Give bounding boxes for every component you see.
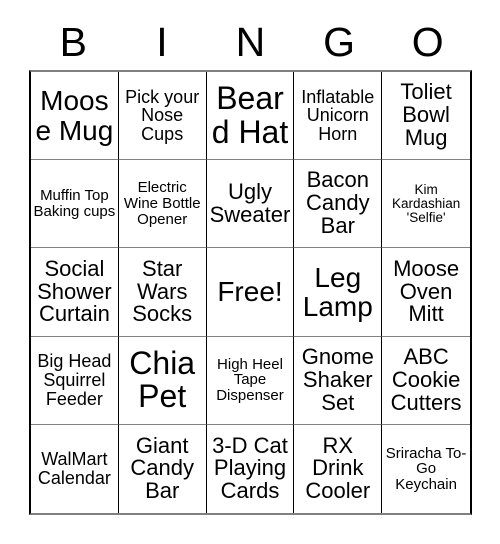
bingo-cell[interactable]: WalMart Calendar <box>31 424 119 513</box>
bingo-card: B I N G O Moose Mug Pick your Nose Cups Be… <box>0 0 500 544</box>
bingo-cell[interactable]: Gnome Shaker Set <box>294 336 383 425</box>
bingo-cell-label: Big Head Squirrel Feeder <box>37 351 112 409</box>
bingo-cell[interactable]: Moose Mug <box>31 72 119 161</box>
bingo-cell[interactable]: Sriracha To-Go Keychain <box>382 424 470 513</box>
bingo-cell-label: RX Drink Cooler <box>305 432 371 504</box>
bingo-grid: Moose Mug Pick your Nose Cups Beard Hat Inf… <box>29 70 472 515</box>
bingo-cell[interactable]: Star Wars Socks <box>118 248 207 337</box>
bingo-cell-label: Muffin Top Baking cups <box>33 187 116 220</box>
bingo-header: B I N G O <box>29 14 472 70</box>
bingo-cell[interactable]: Chia Pet <box>118 336 207 425</box>
bingo-cell[interactable]: Leg Lamp <box>294 248 383 337</box>
bingo-cell[interactable]: RX Drink Cooler <box>294 424 383 513</box>
bingo-cell[interactable]: Ugly Sweater <box>206 160 295 249</box>
bingo-cell[interactable]: ABC Cookie Cutters <box>382 336 470 425</box>
bingo-cell-label: Leg Lamp <box>302 261 373 322</box>
bingo-cell-free[interactable]: Free! <box>206 248 295 337</box>
bingo-cell[interactable]: High Heel Tape Dispenser <box>206 336 295 425</box>
bingo-cell-label: Giant Candy Bar <box>130 432 194 504</box>
bingo-cell[interactable]: Bacon Candy Bar <box>294 160 383 249</box>
bingo-cell[interactable]: Social Shower Curtain <box>31 248 119 337</box>
bingo-cell[interactable]: Pick your Nose Cups <box>118 72 207 161</box>
bingo-cell[interactable]: 3-D Cat Playing Cards <box>206 424 295 513</box>
bingo-cell-label: Free! <box>217 276 283 308</box>
bingo-cell-label: WalMart Calendar <box>37 449 111 488</box>
bingo-cell-label: Chia Pet <box>129 344 196 415</box>
header-letter-n: N <box>235 18 266 65</box>
bingo-cell-label: ABC Cookie Cutters <box>390 343 462 415</box>
bingo-cell[interactable]: Moose Oven Mitt <box>382 248 470 337</box>
bingo-cell[interactable]: Toliet Bowl Mug <box>382 72 470 161</box>
bingo-cell[interactable]: Giant Candy Bar <box>118 424 207 513</box>
bingo-cell-label: Bacon Candy Bar <box>305 167 370 239</box>
bingo-cell-label: Gnome Shaker Set <box>301 343 374 415</box>
bingo-cell-label: Moose Mug <box>35 85 114 146</box>
bingo-cell-label: Pick your Nose Cups <box>125 86 200 144</box>
bingo-cell-label: Beard Hat <box>211 80 289 150</box>
bingo-cell-label: Moose Oven Mitt <box>393 255 460 327</box>
bingo-cell-label: Ugly Sweater <box>209 178 291 227</box>
bingo-cell-label: 3-D Cat Playing Cards <box>212 432 288 504</box>
header-letter-g: G <box>323 18 356 65</box>
bingo-cell-label: Social Shower Curtain <box>37 255 112 327</box>
bingo-cell[interactable]: Inflatable Unicorn Horn <box>294 72 383 161</box>
bingo-cell[interactable]: Kim Kardashian 'Selfie' <box>382 160 470 249</box>
bingo-cell-label: Kim Kardashian 'Selfie' <box>391 181 461 225</box>
bingo-cell[interactable]: Big Head Squirrel Feeder <box>31 336 119 425</box>
bingo-cell-label: Inflatable Unicorn Horn <box>301 86 375 144</box>
header-letter-b: B <box>59 18 87 65</box>
bingo-cell-label: High Heel Tape Dispenser <box>216 355 284 404</box>
bingo-cell[interactable]: Beard Hat <box>206 72 295 161</box>
header-letter-o: O <box>411 18 444 65</box>
bingo-cell-label: Sriracha To-Go Keychain <box>385 444 467 493</box>
bingo-cell[interactable]: Electric Wine Bottle Opener <box>118 160 207 249</box>
bingo-cell[interactable]: Muffin Top Baking cups <box>31 160 119 249</box>
bingo-cell-label: Toliet Bowl Mug <box>400 79 452 151</box>
header-letter-i: I <box>156 18 168 65</box>
bingo-cell-label: Electric Wine Bottle Opener <box>123 179 201 228</box>
bingo-cell-label: Star Wars Socks <box>132 255 193 327</box>
